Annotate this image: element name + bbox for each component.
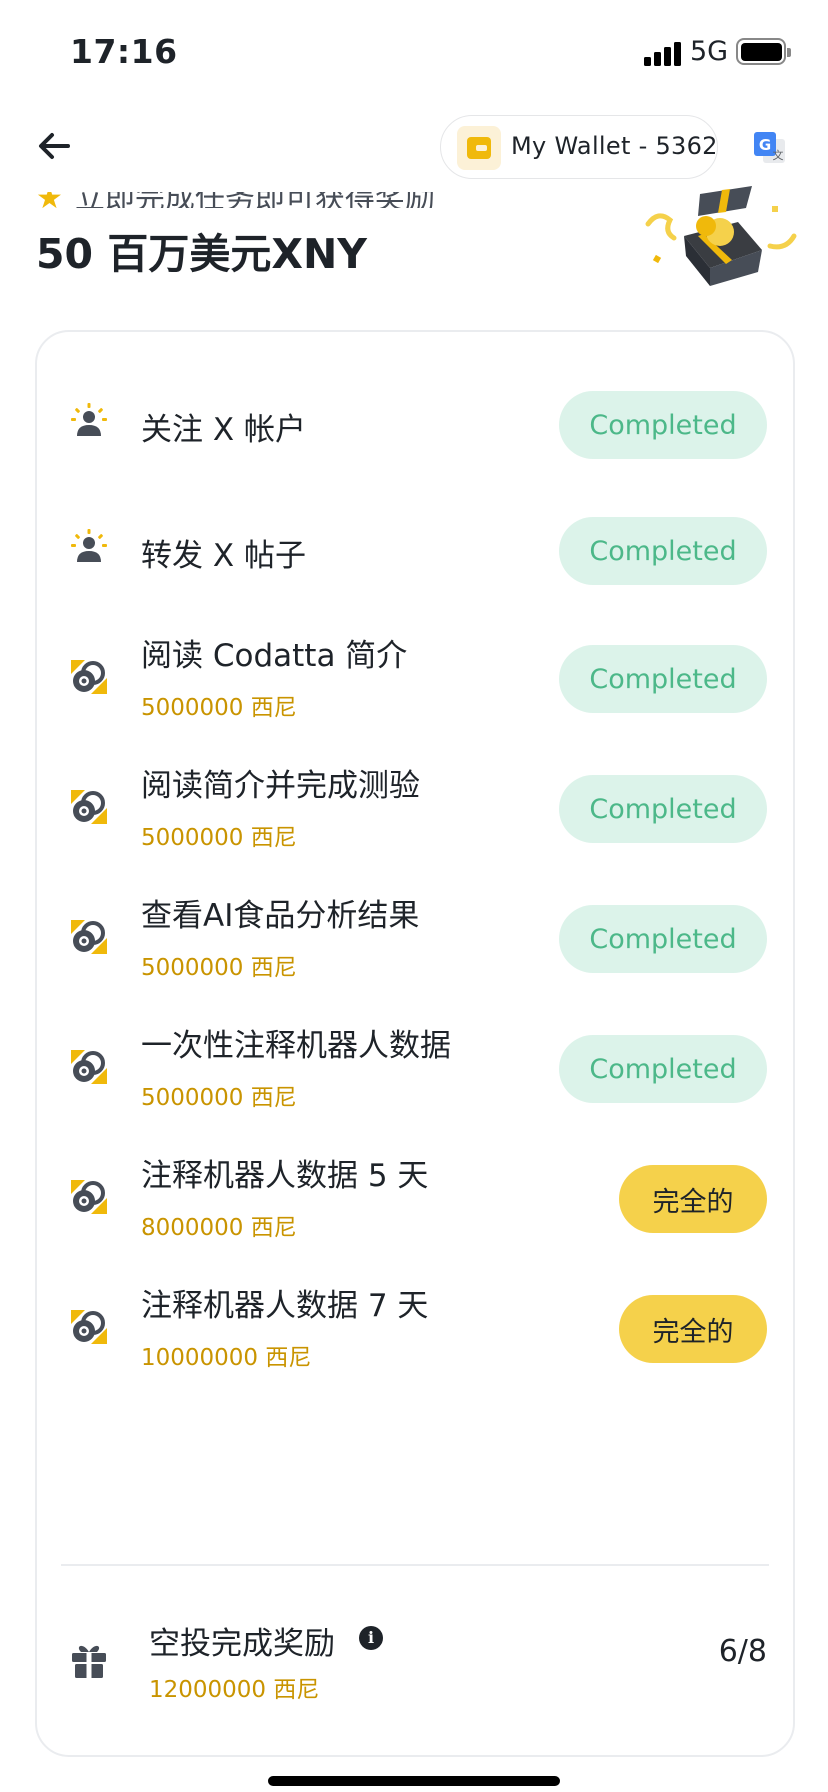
task-title: 阅读简介并完成测验: [141, 768, 420, 804]
task-reward: 8000000 西尼: [141, 1215, 297, 1241]
task-row: 注释机器人数据 5 天 8000000 西尼 完全的: [37, 1134, 793, 1254]
svg-text:文: 文: [773, 148, 784, 162]
task-title: 关注 X 帐户: [141, 412, 306, 448]
task-row: 一次性注释机器人数据 5000000 西尼 Completed: [37, 1004, 793, 1124]
signal-icon: [644, 42, 682, 66]
task-title: 注释机器人数据 7 天: [141, 1288, 429, 1324]
status-time: 17:16: [70, 32, 178, 71]
network-label: 5G: [690, 36, 729, 67]
completed-status-badge: Completed: [559, 391, 767, 459]
reward-title: 空投完成奖励: [149, 1626, 335, 1662]
coin-icon: [69, 1306, 109, 1346]
task-reward: 5000000 西尼: [141, 695, 297, 721]
task-row: 查看AI食品分析结果 5000000 西尼 Completed: [37, 874, 793, 994]
info-icon[interactable]: i: [359, 1626, 383, 1650]
task-reward: 5000000 西尼: [141, 1085, 297, 1111]
task-reward: 5000000 西尼: [141, 955, 297, 981]
wallet-icon: [457, 126, 501, 170]
complete-task-button[interactable]: 完全的: [619, 1295, 767, 1363]
coin-icon: [69, 656, 109, 696]
task-page: 17:16 5G ★ 立即完成任务即可获得奖励 50 百万美元XNY My Wal…: [0, 0, 828, 1792]
reward-amount: 12000000 西尼: [149, 1677, 320, 1703]
task-reward: 10000000 西尼: [141, 1345, 312, 1371]
divider: [61, 1564, 769, 1566]
wallet-label: My Wallet - 5362: [511, 132, 718, 160]
status-bar: 17:16 5G: [0, 0, 828, 100]
home-indicator: [268, 1776, 560, 1786]
task-title: 查看AI食品分析结果: [141, 898, 420, 934]
task-title: 一次性注释机器人数据: [141, 1028, 451, 1064]
complete-task-button[interactable]: 完全的: [619, 1165, 767, 1233]
people-icon: [69, 402, 109, 442]
people-icon: [69, 528, 109, 568]
task-title: 转发 X 帖子: [141, 538, 306, 574]
task-row: 关注 X 帐户 Completed: [37, 360, 793, 480]
battery-icon: [736, 38, 791, 65]
svg-text:G: G: [759, 136, 771, 154]
completion-reward-row: 空投完成奖励 i 12000000 西尼 6/8: [37, 1594, 793, 1714]
gift-icon: [72, 1645, 106, 1678]
coin-icon: [69, 1046, 109, 1086]
wallet-selector[interactable]: My Wallet - 5362: [440, 115, 718, 179]
page-title: 50 百万美元XNY: [36, 230, 367, 278]
coin-icon: [69, 786, 109, 826]
task-list-card: 注释机器人数据 7 天 10000000 西尼 完全的 注释机器人数据 5 天 8000…: [35, 330, 795, 1757]
completed-status-badge: Completed: [559, 645, 767, 713]
completed-status-badge: Completed: [559, 517, 767, 585]
task-row: 注释机器人数据 7 天 10000000 西尼 完全的: [37, 1264, 793, 1384]
coin-icon: [69, 1176, 109, 1216]
task-row: 阅读 Codatta 简介 5000000 西尼 Completed: [37, 614, 793, 734]
task-title: 阅读 Codatta 简介: [141, 638, 408, 674]
back-button[interactable]: [34, 126, 74, 166]
task-row: 阅读简介并完成测验 5000000 西尼 Completed: [37, 744, 793, 864]
completed-status-badge: Completed: [559, 905, 767, 973]
google-translate-icon[interactable]: G 文: [753, 131, 787, 165]
task-reward: 5000000 西尼: [141, 825, 297, 851]
reward-progress: 6/8: [718, 1634, 767, 1669]
task-title: 注释机器人数据 5 天: [141, 1158, 429, 1194]
completed-status-badge: Completed: [559, 775, 767, 843]
coin-icon: [69, 916, 109, 956]
gift-box-illustration: [645, 186, 797, 286]
completed-status-badge: Completed: [559, 1035, 767, 1103]
task-row: 转发 X 帖子 Completed: [37, 486, 793, 606]
